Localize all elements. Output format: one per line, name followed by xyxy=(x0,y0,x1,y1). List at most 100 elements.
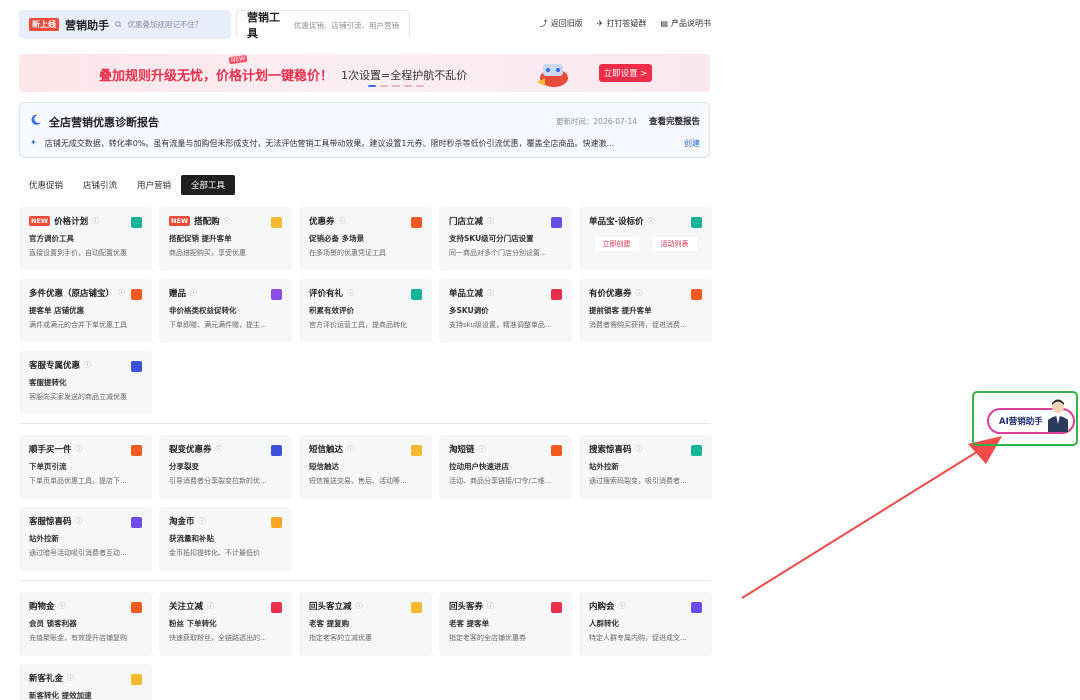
tool-card[interactable]: 单品宝-设标价 ⓘ 立即创建 活动列表 xyxy=(579,207,712,271)
tab-discount-promo[interactable]: 优惠促销 xyxy=(19,175,73,195)
tool-name: 购物金 xyxy=(29,602,55,612)
view-full-report-link[interactable]: 查看完整报告 xyxy=(649,115,700,127)
tool-card[interactable]: 单品立减 ⓘ 多SKU调价 支持sku级设置，精准调整单品... xyxy=(439,279,572,343)
tool-description: 下单页单品优惠工具，提店下... xyxy=(29,477,127,485)
help-icon[interactable]: ⓘ xyxy=(199,516,206,526)
help-icon[interactable]: ⓘ xyxy=(619,601,626,611)
tool-icon xyxy=(131,289,142,300)
annotation-arrow xyxy=(741,436,1002,599)
tool-description: 同一商品对多个门店分别设置... xyxy=(449,249,547,257)
tool-card[interactable]: 淘短链 ⓘ 拉动用户快速进店 活动、商品分享链接/口令/二维... xyxy=(439,435,572,499)
tool-name: 回头客券 xyxy=(449,602,484,612)
promo-banner[interactable]: NEW 叠加规则升级无忧，价格计划一键稳价！ 1次设置=全程护航不乱价 立即设置… xyxy=(19,54,710,92)
tool-tagline: 老客 提客单 xyxy=(449,619,490,628)
tool-card[interactable]: 短信触达 ⓘ 短信触达 短信推送交易、售后、活动等... xyxy=(299,435,432,499)
tool-card[interactable]: 购物金 ⓘ 会员 锁客利器 充值聚账金，有效提升店铺复购 xyxy=(19,592,152,656)
tab-store-traffic[interactable]: 店铺引流 xyxy=(73,175,127,195)
tool-tagline: 会员 锁客利器 xyxy=(29,619,77,628)
tool-description: 直接设置到手价，自动配置优惠 xyxy=(29,249,127,257)
moon-icon xyxy=(31,114,41,125)
help-icon[interactable]: ⓘ xyxy=(487,601,494,611)
tool-card[interactable]: 淘金币 ⓘ 获流量和补贴 金币抵扣提转化、不计最低价 xyxy=(159,507,292,571)
tab-marketing-tools[interactable]: 营销工具 优惠促销、店铺引流、用户营销 xyxy=(236,10,410,40)
help-icon[interactable]: ⓘ xyxy=(67,673,74,683)
tool-tagline: 搭配促销 提升客单 xyxy=(169,234,232,243)
tool-card[interactable]: 评价有礼 ⓘ 积累有效评价 官方评价运营工具，提商品转化 xyxy=(299,279,432,343)
help-icon[interactable]: ⓘ xyxy=(347,444,354,454)
help-icon[interactable]: ⓘ xyxy=(84,360,91,370)
tool-card[interactable]: 关注立减 ⓘ 粉丝 下单转化 快速获取粉丝，全链路透出的... xyxy=(159,592,292,656)
activity-list-button[interactable]: 活动列表 xyxy=(652,237,697,251)
return-old-version-link[interactable]: ⤴ 返回旧版 xyxy=(540,18,583,29)
tool-card[interactable]: NEW 价格计划 ⓘ 官方调价工具 直接设置到手价，自动配置优惠 xyxy=(19,207,152,271)
tool-description: 引导消费者分享裂变拉新的优... xyxy=(169,477,267,485)
tool-icon xyxy=(271,217,282,228)
tool-card[interactable]: 门店立减 ⓘ 支持SKU级可分门店设置 同一商品对多个门店分别设置... xyxy=(439,207,572,271)
tool-card[interactable]: NEW 搭配购 ⓘ 搭配促销 提升客单 商品搭配购买，享受优惠 xyxy=(159,207,292,271)
tool-description: 通过搜索码裂变，吸引消费者... xyxy=(589,477,687,485)
tool-card[interactable]: 搜索惊喜码 ⓘ 站外拉新 通过搜索码裂变，吸引消费者... xyxy=(579,435,712,499)
help-icon[interactable]: ⓘ xyxy=(76,516,83,526)
tool-description: 快速获取粉丝，全链路透出的... xyxy=(169,634,267,642)
card-header: 新客礼金 ⓘ xyxy=(29,672,142,684)
tool-card[interactable]: 裂变优惠券 ⓘ 分享裂变 引导消费者分享裂变拉新的优... xyxy=(159,435,292,499)
tool-card[interactable]: 回头客券 ⓘ 老客 提客单指定老客的全店铺优惠券 xyxy=(439,592,572,656)
help-icon[interactable]: ⓘ xyxy=(487,288,494,298)
card-header: 搜索惊喜码 ⓘ xyxy=(589,443,702,455)
tab-subtitle: 优惠促销、店铺引流、用户营销 xyxy=(294,20,399,30)
tool-tagline: 人群转化 xyxy=(589,619,619,628)
product-manual-link[interactable]: ▤ 产品说明书 xyxy=(660,18,711,29)
tool-description: 金币抵扣提转化、不计最低价 xyxy=(169,549,260,557)
card-header: 内购会 ⓘ xyxy=(589,600,702,612)
banner-pager[interactable] xyxy=(368,85,424,87)
help-icon[interactable]: ⓘ xyxy=(347,288,354,298)
banner-new-tag: NEW xyxy=(228,54,248,65)
help-icon[interactable]: ⓘ xyxy=(487,216,494,226)
tool-icon xyxy=(131,217,142,228)
tool-card[interactable]: 顺手买一件 ⓘ 下单页引流 下单页单品优惠工具，提店下... xyxy=(19,435,152,499)
tool-name: 回头客立减 xyxy=(309,602,352,612)
create-link[interactable]: 创建 xyxy=(684,138,700,149)
tool-card[interactable]: 新客礼金 ⓘ 新客转化 提效加速 xyxy=(19,664,152,700)
tab-all-tools[interactable]: 全部工具 xyxy=(181,175,236,195)
help-icon[interactable]: ⓘ xyxy=(207,601,214,611)
tool-tagline: 粉丝 下单转化 xyxy=(169,619,217,628)
tab-marketing-assistant[interactable]: 新上线 营销助手 ⧉ 优惠叠加规则记不住? xyxy=(19,10,231,39)
help-icon[interactable]: ⓘ xyxy=(118,288,125,298)
help-icon[interactable]: ⓘ xyxy=(224,216,231,226)
help-icon[interactable]: ⓘ xyxy=(216,444,223,454)
tool-icon xyxy=(551,217,562,228)
help-icon[interactable]: ⓘ xyxy=(339,216,346,226)
tool-card[interactable]: 有价优惠券 ⓘ 提前锁客 提升客单 消费者需购买获得，促进消费... xyxy=(579,279,712,343)
create-now-button[interactable]: 立即创建 xyxy=(594,237,639,251)
tab-user-marketing[interactable]: 用户营销 xyxy=(127,175,181,195)
tool-name: 赠品 xyxy=(169,289,187,299)
tool-description: 指定老客的立减优惠 xyxy=(309,634,372,642)
help-icon[interactable]: ⓘ xyxy=(190,288,197,298)
tool-card[interactable]: 多件优惠（原店铺宝） ⓘ 提客单 店铺优惠 满件或满元的合并下单优惠工具 xyxy=(19,279,152,343)
tool-card[interactable]: 赠品 ⓘ 非价格类权益促转化 下单即赠、满元满件赠，提主... xyxy=(159,279,292,343)
help-icon[interactable]: ⓘ xyxy=(636,444,643,454)
card-header: 裂变优惠券 ⓘ xyxy=(169,443,282,455)
tool-card[interactable]: 回头客立减 ⓘ 老客 提复购 指定老客的立减优惠 xyxy=(299,592,432,656)
card-header: 评价有礼 ⓘ xyxy=(309,287,422,299)
tool-description: 指定老客的全店铺优惠券 xyxy=(449,634,526,642)
tool-card[interactable]: 内购会 ⓘ 人群转化 特定人群专属内购，促进成交... xyxy=(579,592,712,656)
feedback-group-link[interactable]: ✈ 打钉答疑群 xyxy=(597,18,647,29)
help-icon[interactable]: ⓘ xyxy=(479,444,486,454)
help-icon[interactable]: ⓘ xyxy=(59,601,66,611)
tool-icon xyxy=(131,674,142,685)
help-icon[interactable]: ⓘ xyxy=(356,601,363,611)
tool-card[interactable]: 客服惊喜码 ⓘ 站外拉新 通过暗号活动吸引消费者互动... xyxy=(19,507,152,571)
tool-icon xyxy=(271,517,282,528)
help-icon[interactable]: ⓘ xyxy=(76,444,83,454)
help-icon[interactable]: ⓘ xyxy=(636,288,643,298)
tool-tagline: 促销必备 多场景 xyxy=(309,234,365,243)
help-icon[interactable]: ⓘ xyxy=(648,216,655,226)
tool-card[interactable]: 客服专属优惠 ⓘ 客服提转化 客服向买家发送的商品立减优惠 xyxy=(19,351,152,415)
tool-card[interactable]: 优惠券 ⓘ 促销必备 多场景 在多场景的优惠凭证工具 xyxy=(299,207,432,271)
card-header: 购物金 ⓘ xyxy=(29,600,142,612)
set-now-button[interactable]: 立即设置 > xyxy=(599,64,652,82)
help-icon[interactable]: ⓘ xyxy=(92,216,99,226)
tool-name: 评价有礼 xyxy=(309,289,344,299)
